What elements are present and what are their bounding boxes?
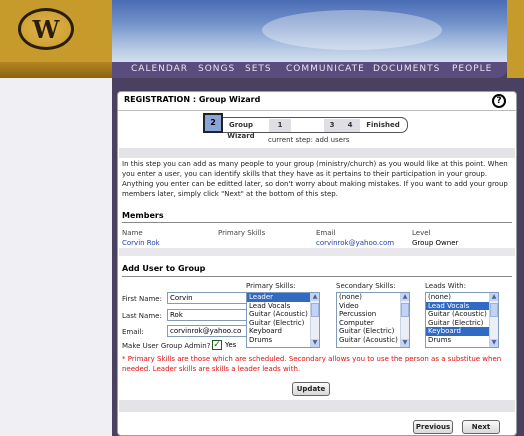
listbox-option[interactable]: (none) <box>337 293 409 302</box>
email-input[interactable] <box>167 325 249 337</box>
listbox-option[interactable]: Drums <box>247 336 319 345</box>
listbox-option[interactable]: Guitar (Acoustic) <box>247 310 319 319</box>
nav-communicate[interactable]: COMMUNICATE <box>286 64 365 74</box>
listbox-option[interactable]: Guitar (Electric) <box>337 327 409 336</box>
nav-people[interactable]: PEOPLE <box>452 64 492 74</box>
header-edge <box>507 0 524 78</box>
listbox-option[interactable]: (none) <box>426 293 498 302</box>
first-name-input[interactable] <box>167 292 249 304</box>
listbox-option[interactable]: Keyboard <box>247 327 319 336</box>
listbox-option[interactable]: Guitar (Electric) <box>247 319 319 328</box>
scroll-thumb[interactable] <box>401 303 409 317</box>
wizard-step-4: 4 <box>347 121 353 129</box>
members-heading: Members <box>122 211 164 220</box>
listbox-option[interactable]: Lead Vocals <box>426 301 498 310</box>
main-nav: CALENDAR SONGS SETS COMMUNICATE DOCUMENT… <box>112 62 507 78</box>
nav-songs[interactable]: SONGS <box>198 64 235 74</box>
col-primary-skills: Primary Skills <box>218 229 266 237</box>
listbox-scrollbar[interactable]: ▲ ▼ <box>489 293 498 347</box>
listbox-option[interactable]: Guitar (Acoustic) <box>337 336 409 345</box>
help-icon[interactable]: ? <box>492 94 506 108</box>
email-label: Email: <box>122 328 144 336</box>
wizard-step-3: 3 <box>329 121 335 129</box>
primary-skills-listbox[interactable]: Leader Lead Vocals Guitar (Acoustic) Guitar… <box>246 292 320 348</box>
next-button[interactable]: Next <box>462 420 500 434</box>
previous-button[interactable]: Previous <box>413 420 453 434</box>
scroll-down-arrow-icon[interactable]: ▼ <box>401 339 409 347</box>
scroll-thumb[interactable] <box>490 303 498 317</box>
admin-label: Make User Group Admin? <box>122 342 211 350</box>
logo[interactable]: W <box>18 8 74 50</box>
listbox-option[interactable]: Computer <box>337 319 409 328</box>
scroll-down-arrow-icon[interactable]: ▼ <box>490 339 498 347</box>
wizard-current-step-text: current step: add users <box>268 136 350 144</box>
leads-with-listbox[interactable]: (none) Lead Vocals Guitar (Acoustic) Guitar… <box>425 292 499 348</box>
col-level: Level <box>412 229 431 237</box>
last-name-input[interactable] <box>167 309 249 321</box>
listbox-scrollbar[interactable]: ▲ ▼ <box>400 293 409 347</box>
listbox-scrollbar[interactable]: ▲ ▼ <box>310 293 319 347</box>
last-name-label: Last Name: <box>122 312 162 320</box>
member-email-link[interactable]: corvinrok@yahoo.com <box>316 239 394 247</box>
col-name: Name <box>122 229 143 237</box>
header-banner <box>112 0 507 62</box>
member-name-link[interactable]: Corvin Rok <box>122 239 160 247</box>
wizard-step-1: 1 <box>277 121 283 129</box>
wizard-step-finished: Finished <box>366 121 400 129</box>
logo-panel: W <box>0 0 112 78</box>
intro-text: In this step you can add as many people … <box>122 160 508 198</box>
scroll-up-arrow-icon[interactable]: ▲ <box>490 293 498 301</box>
listbox-option[interactable]: Percussion <box>337 310 409 319</box>
listbox-option[interactable]: Drums <box>426 336 498 345</box>
secondary-skills-label: Secondary Skills: <box>336 282 396 290</box>
add-user-heading: Add User to Group <box>122 264 206 273</box>
registration-panel: REGISTRATION : Group Wizard ? Group Wiza… <box>117 91 517 436</box>
member-email: corvinrok@yahoo.com <box>316 239 394 247</box>
listbox-option[interactable]: Leader <box>247 293 319 302</box>
nav-documents[interactable]: DOCUMENTS <box>373 64 440 74</box>
scroll-down-arrow-icon[interactable]: ▼ <box>311 339 319 347</box>
listbox-option[interactable]: Guitar (Acoustic) <box>426 310 498 319</box>
scroll-up-arrow-icon[interactable]: ▲ <box>401 293 409 301</box>
first-name-label: First Name: <box>122 295 162 303</box>
logo-stripe <box>0 62 112 78</box>
listbox-option[interactable]: Keyboard <box>426 327 498 336</box>
listbox-option[interactable]: Lead Vocals <box>247 302 319 311</box>
nav-calendar[interactable]: CALENDAR <box>131 64 188 74</box>
col-email: Email <box>316 229 336 237</box>
listbox-option[interactable]: Video <box>337 302 409 311</box>
left-column <box>0 78 112 436</box>
wizard-steps: Group Wizard 1 3 4 Finished <box>210 117 408 140</box>
wizard-step-2-current: 2 <box>203 113 223 133</box>
panel-title: REGISTRATION : Group Wizard <box>124 95 261 104</box>
listbox-option[interactable]: Guitar (Electric) <box>426 319 498 328</box>
member-name: Corvin Rok <box>122 239 160 247</box>
scroll-thumb[interactable] <box>311 303 319 317</box>
primary-skills-label: Primary Skills: <box>246 282 296 290</box>
logo-mark: W <box>32 15 60 44</box>
leads-with-label: Leads With: <box>425 282 466 290</box>
admin-yes-label: Yes <box>225 341 237 349</box>
skills-note: * Primary Skills are those which are sch… <box>122 355 502 373</box>
scroll-up-arrow-icon[interactable]: ▲ <box>311 293 319 301</box>
update-button[interactable]: Update <box>292 382 330 396</box>
member-level: Group Owner <box>412 239 459 247</box>
secondary-skills-listbox[interactable]: (none) Video Percussion Computer Guitar (Ele… <box>336 292 410 348</box>
admin-checkbox[interactable]: ✓ <box>212 340 222 350</box>
nav-sets[interactable]: SETS <box>245 64 272 74</box>
